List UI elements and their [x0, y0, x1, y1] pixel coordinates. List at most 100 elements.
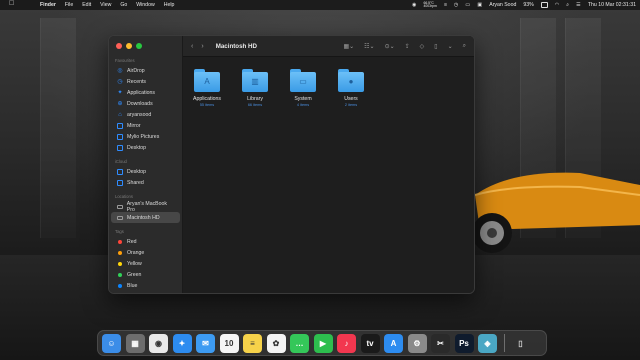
- sidebar-item-applications[interactable]: ✦ Applications: [111, 87, 180, 98]
- finder-window[interactable]: Favourites ◎ AirDrop ◷ Recents ✦ Applicatio…: [108, 35, 475, 294]
- folder-users[interactable]: ● Users 2 items: [337, 69, 365, 107]
- menu-user[interactable]: Aryan Sood: [489, 2, 516, 8]
- folder-system[interactable]: ▭ System 4 items: [289, 69, 317, 107]
- home-icon: ⌂: [118, 111, 122, 118]
- forward-button[interactable]: ›: [201, 43, 203, 50]
- sidebar-item-label: Downloads: [127, 100, 153, 107]
- menu-app-name[interactable]: Finder: [40, 2, 56, 8]
- status-record-icon[interactable]: ◉: [412, 2, 417, 8]
- menu-window[interactable]: Window: [136, 2, 154, 8]
- music-icon[interactable]: ♪: [337, 333, 356, 353]
- window-title: Macintosh HD: [215, 42, 257, 50]
- minimize-button[interactable]: [126, 43, 132, 49]
- battery-icon[interactable]: [540, 2, 548, 8]
- tag-icon[interactable]: ◇: [420, 43, 425, 50]
- menu-edit[interactable]: Edit: [82, 2, 91, 8]
- temperature-readout[interactable]: 66.5°C 4003rpm: [423, 1, 436, 8]
- tag-color-dot: [118, 261, 122, 266]
- share-icon[interactable]: ⇪: [405, 43, 410, 50]
- folder-name: Users: [344, 96, 358, 102]
- sidebar-item-macintosh-hd[interactable]: Macintosh HD: [111, 212, 180, 223]
- sidebar-section-tags: Tags: [115, 229, 124, 234]
- group-icon[interactable]: ☷⌄: [364, 43, 374, 50]
- sidebar-item-label: Desktop: [127, 168, 147, 175]
- folder-icon: [117, 133, 123, 140]
- tag-color-dot: [118, 272, 122, 277]
- sidebar-tag-orange[interactable]: Orange: [111, 247, 180, 258]
- sidebar-item-shared[interactable]: Shared: [111, 177, 180, 188]
- chrome-icon[interactable]: ◉: [149, 333, 168, 353]
- finder-content: A Applications 55 items ▥ Library 66 ite…: [183, 57, 474, 119]
- sidebar-item-macbook[interactable]: Aryan's MacBook Pro: [111, 201, 180, 213]
- settings-icon[interactable]: ⚙: [407, 333, 427, 353]
- more-chevron-icon[interactable]: ⌄: [448, 43, 453, 50]
- appstore-icon[interactable]: A: [384, 333, 403, 353]
- sidebar-tag-blue[interactable]: Blue: [111, 280, 180, 291]
- sidebar-item-icloud-desktop[interactable]: Desktop: [111, 166, 180, 177]
- apple-menu-icon[interactable]: : [9, 0, 14, 7]
- photoshop-icon[interactable]: Ps: [454, 333, 474, 353]
- desktop-icon: [117, 144, 123, 151]
- action-menu-icon[interactable]: ⊙⌄: [385, 43, 395, 50]
- trash-icon[interactable]: ▯: [511, 334, 530, 353]
- status-extra-icon[interactable]: ≡: [444, 2, 447, 8]
- wifi-icon[interactable]: ◠: [555, 2, 560, 8]
- sidebar-item-desktop[interactable]: Desktop: [111, 142, 180, 153]
- trash-icon[interactable]: ▯: [434, 43, 437, 50]
- finder-icon[interactable]: ☺: [102, 333, 121, 353]
- sidebar-item-recents[interactable]: ◷ Recents: [111, 76, 180, 87]
- safari-icon[interactable]: ✦: [172, 333, 192, 353]
- sidebar-item-label: aryansood: [127, 111, 152, 118]
- finalcut-icon[interactable]: ✂: [431, 333, 450, 353]
- appletv-icon[interactable]: tv: [360, 333, 380, 353]
- sidebar-item-downloads[interactable]: ⊕ Downloads: [111, 98, 180, 109]
- sidebar-item-airdrop[interactable]: ◎ AirDrop: [111, 65, 180, 76]
- wall-panel: [40, 18, 76, 238]
- cleanmymac-icon[interactable]: ◈: [478, 333, 497, 353]
- sidebar-tag-green[interactable]: Green: [111, 269, 180, 280]
- menu-help[interactable]: Help: [164, 2, 175, 8]
- sidebar-section-favourites: Favourites: [115, 58, 135, 63]
- folder-library[interactable]: ▥ Library 66 items: [241, 69, 269, 107]
- search-icon[interactable]: ⌕: [566, 2, 569, 9]
- search-icon[interactable]: ⌕: [463, 43, 466, 50]
- menu-file[interactable]: File: [65, 2, 73, 8]
- screen-icon[interactable]: ▣: [477, 2, 482, 8]
- sidebar-tag-red[interactable]: Red: [111, 236, 180, 247]
- calendar-icon[interactable]: 10: [219, 333, 239, 353]
- menu-bar:  Finder File Edit View Go Window Help ◉…: [0, 0, 640, 10]
- photos-icon[interactable]: ✿: [266, 333, 286, 353]
- menu-view[interactable]: View: [100, 2, 111, 8]
- sidebar-item-label: Red: [127, 238, 137, 245]
- library-glyph: ▥: [251, 77, 259, 86]
- sidebar-item-label: Mylio Pictures: [127, 133, 160, 140]
- menu-go[interactable]: Go: [120, 2, 127, 8]
- sidebar-tag-yellow[interactable]: Yellow: [111, 258, 180, 269]
- finder-toolbar: ‹ › Macintosh HD ▦⌄ ☷⌄ ⊙⌄ ⇪ ◇ ▯ ⌄ ⌕: [183, 36, 474, 57]
- clock-icon[interactable]: ◷: [454, 2, 459, 8]
- desktop-icon: [117, 168, 123, 175]
- folder-icon: ▥: [242, 69, 268, 92]
- sidebar-item-label: Macintosh HD: [127, 214, 160, 221]
- sidebar-item-mylio[interactable]: Mylio Pictures: [111, 131, 180, 142]
- back-button[interactable]: ‹: [191, 43, 193, 50]
- control-center-icon[interactable]: ☰: [576, 2, 581, 8]
- folder-name: Library: [247, 96, 263, 102]
- facetime-icon[interactable]: ▶: [313, 333, 333, 353]
- sidebar-item-label: Recents: [127, 78, 147, 85]
- zoom-button[interactable]: [136, 43, 142, 49]
- messages-icon[interactable]: …: [290, 333, 309, 353]
- sidebar-item-home[interactable]: ⌂ aryansood: [111, 109, 180, 120]
- battery-percent[interactable]: 93%: [523, 2, 533, 8]
- menu-datetime[interactable]: Thu 10 Mar 02:31:31: [588, 2, 636, 8]
- sidebar-item-mirror[interactable]: Mirror: [111, 120, 180, 131]
- mail-icon[interactable]: ✉: [196, 333, 215, 353]
- display-icon[interactable]: ▭: [465, 2, 470, 8]
- sidebar-item-label: Yellow: [127, 260, 142, 267]
- notes-icon[interactable]: ≡: [243, 333, 262, 353]
- icon-view-icon[interactable]: ▦⌄: [343, 43, 354, 50]
- dock-separator: [503, 334, 505, 352]
- folder-applications[interactable]: A Applications 55 items: [193, 69, 221, 107]
- close-button[interactable]: [116, 43, 122, 49]
- launchpad-icon[interactable]: ▦: [125, 333, 145, 353]
